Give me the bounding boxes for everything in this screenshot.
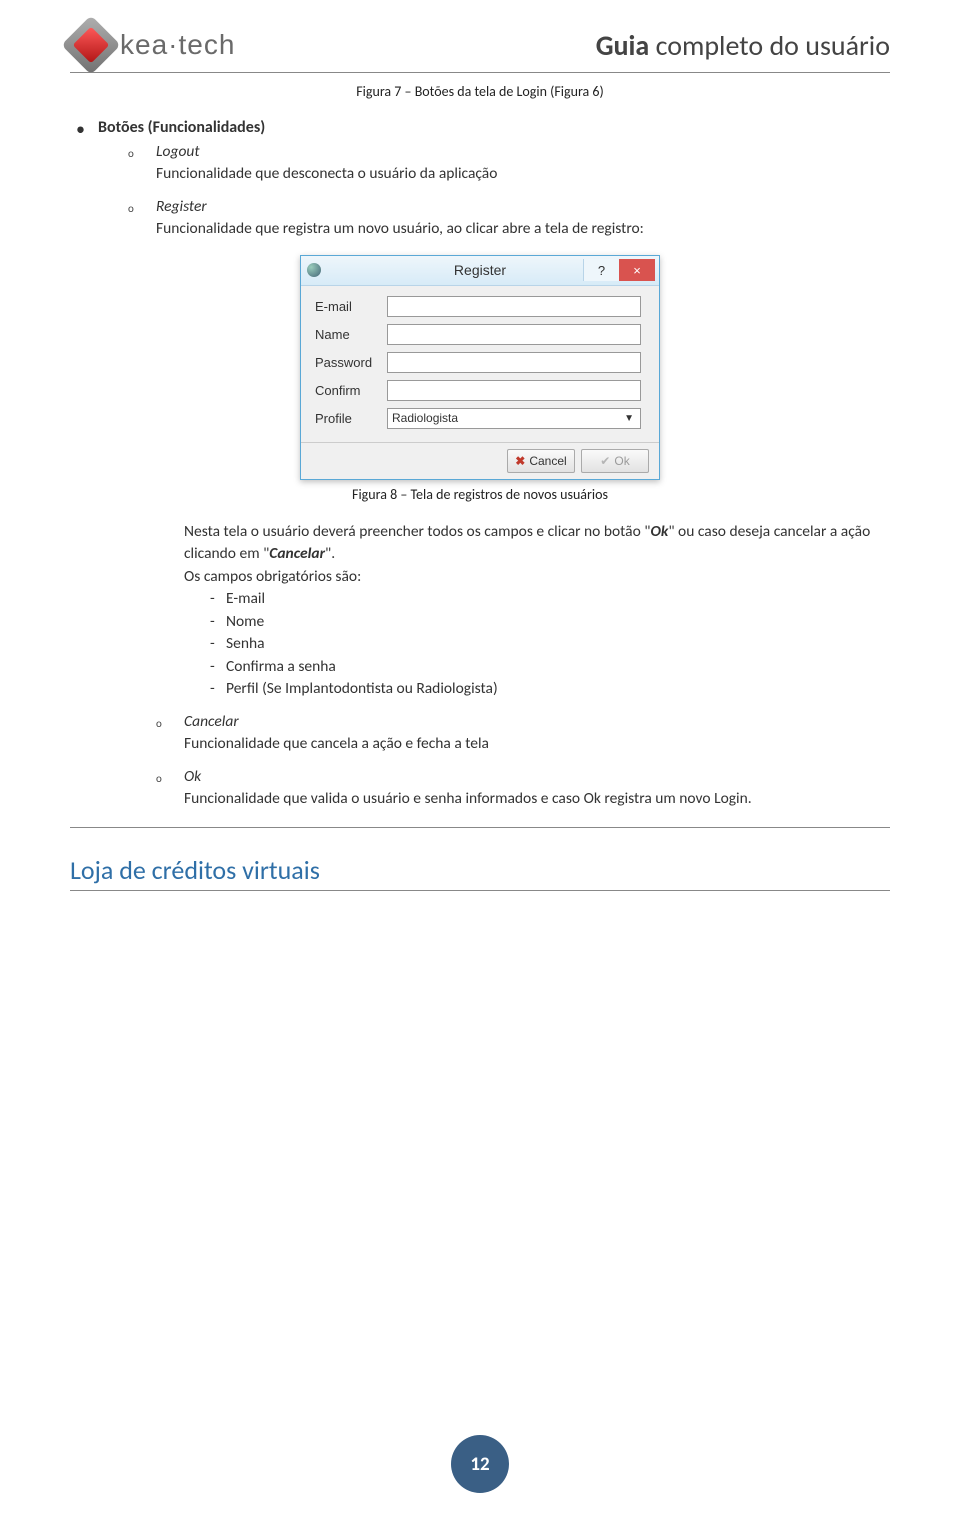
profile-combobox[interactable]: Radiologista ▼: [387, 408, 641, 429]
figure-8-caption: Figura 8 – Tela de registros de novos us…: [70, 486, 890, 503]
confirm-label: Confirm: [315, 383, 387, 398]
ok-check-icon: ✔: [600, 454, 610, 468]
name-label: Name: [315, 327, 387, 342]
document-title: Guia completo do usuário: [596, 28, 890, 63]
functionality-list: Botões (Funcionalidades) o Logout Funcio…: [70, 118, 890, 241]
paragraph-after-fig8: Nesta tela o usuário deverá preencher to…: [184, 521, 890, 701]
page-header: kea·tech Guia completo do usuário: [70, 24, 890, 66]
mandatory-senha: Senha: [226, 633, 890, 655]
cancel-x-icon: ✖: [515, 454, 525, 468]
mandatory-email: E-mail: [226, 588, 890, 610]
item-register: o Register Funcionalidade que registra u…: [156, 196, 890, 241]
content-divider: [70, 827, 890, 828]
figure-7-caption: Figura 7 – Botões da tela de Login (Figu…: [70, 83, 890, 100]
register-dialog: Register ? × E-mail Name Password: [300, 255, 660, 480]
email-field[interactable]: [387, 296, 641, 317]
mandatory-fields-list: E-mail Nome Senha Confirma a senha Perfi…: [184, 588, 890, 700]
dialog-title: Register: [301, 262, 659, 278]
dialog-titlebar: Register ? ×: [301, 256, 659, 286]
mandatory-nome: Nome: [226, 611, 890, 633]
logo: kea·tech: [70, 24, 235, 66]
section-loja-title: Loja de créditos virtuais: [70, 854, 890, 886]
mandatory-perfil: Perfil (Se Implantodontista ou Radiologi…: [226, 678, 890, 700]
item-logout: o Logout Funcionalidade que desconecta o…: [156, 141, 890, 186]
password-field[interactable]: [387, 352, 641, 373]
cancel-button[interactable]: ✖ Cancel: [507, 449, 575, 473]
item-cancelar: o Cancelar Funcionalidade que cancela a …: [184, 711, 890, 756]
item-ok: o Ok Funcionalidade que valida o usuário…: [184, 766, 890, 811]
password-label: Password: [315, 355, 387, 370]
email-label: E-mail: [315, 299, 387, 314]
ok-button[interactable]: ✔ Ok: [581, 449, 649, 473]
profile-label: Profile: [315, 411, 387, 426]
header-divider: [70, 72, 890, 73]
section-divider: [70, 890, 890, 891]
name-field[interactable]: [387, 324, 641, 345]
chevron-down-icon: ▼: [620, 413, 638, 424]
profile-selected-value: Radiologista: [392, 411, 458, 425]
bullets-title: Botões (Funcionalidades): [98, 118, 265, 137]
mandatory-confirma: Confirma a senha: [226, 656, 890, 678]
page-number-badge: 12: [451, 1435, 509, 1493]
logo-text: kea·tech: [120, 29, 235, 61]
logo-star-icon: [61, 15, 120, 74]
confirm-field[interactable]: [387, 380, 641, 401]
